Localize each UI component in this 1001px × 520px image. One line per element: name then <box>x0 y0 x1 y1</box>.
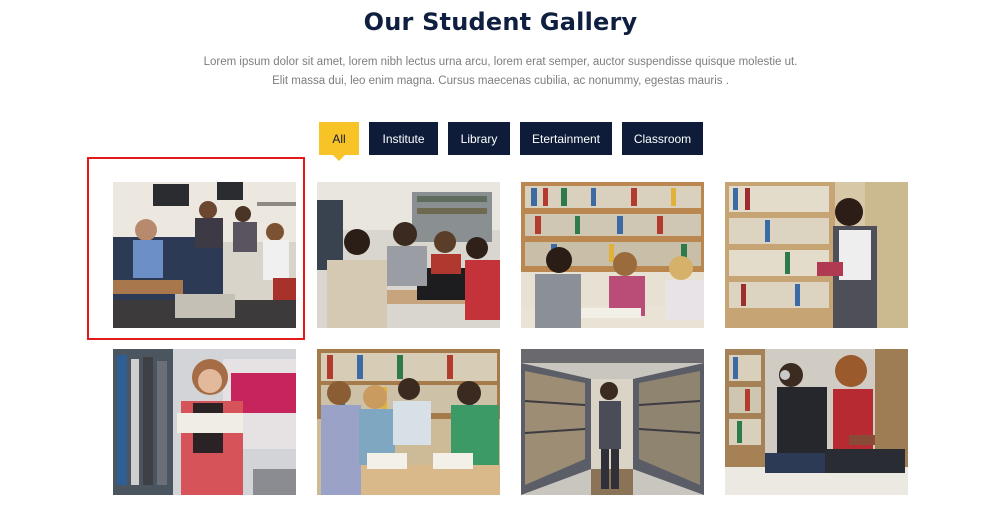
students-library-reading-image <box>521 182 704 328</box>
filter-classroom-button[interactable]: Classroom <box>622 122 703 155</box>
students-floor-reading-image <box>725 349 908 495</box>
students-booth-study-image <box>113 182 296 328</box>
gallery-photo-5[interactable] <box>113 349 296 495</box>
gallery-photo-7[interactable] <box>521 349 704 495</box>
filter-all-button[interactable]: All <box>319 122 359 161</box>
filter-library-button[interactable]: Library <box>448 122 510 155</box>
filter-institute-button[interactable]: Institute <box>369 122 438 155</box>
students-laptop-table-image <box>317 182 500 328</box>
students-group-study-image <box>317 349 500 495</box>
gallery-photo-2[interactable] <box>317 182 500 328</box>
gallery-title: Our Student Gallery <box>363 8 638 36</box>
gallery-description: Lorem ipsum dolor sit amet, lorem nibh l… <box>0 53 1001 91</box>
gallery-description-line-1: Lorem ipsum dolor sit amet, lorem nibh l… <box>203 56 798 68</box>
gallery-photo-4[interactable] <box>725 182 908 328</box>
gallery-photo-6[interactable] <box>317 349 500 495</box>
filter-entertainment-button[interactable]: Etertainment <box>520 122 612 155</box>
gallery-filter-bar: All Institute Library Etertainment Class… <box>319 122 703 161</box>
student-reading-shelves-image <box>725 182 908 328</box>
gallery-photo-8[interactable] <box>725 349 908 495</box>
gallery-photo-1[interactable] <box>113 182 296 328</box>
gallery-description-line-2: Elit massa dui, leo enim magna. Cursus m… <box>272 75 729 87</box>
student-smiling-book-image <box>113 349 296 495</box>
student-library-aisle-image <box>521 349 704 495</box>
gallery-photo-3[interactable] <box>521 182 704 328</box>
